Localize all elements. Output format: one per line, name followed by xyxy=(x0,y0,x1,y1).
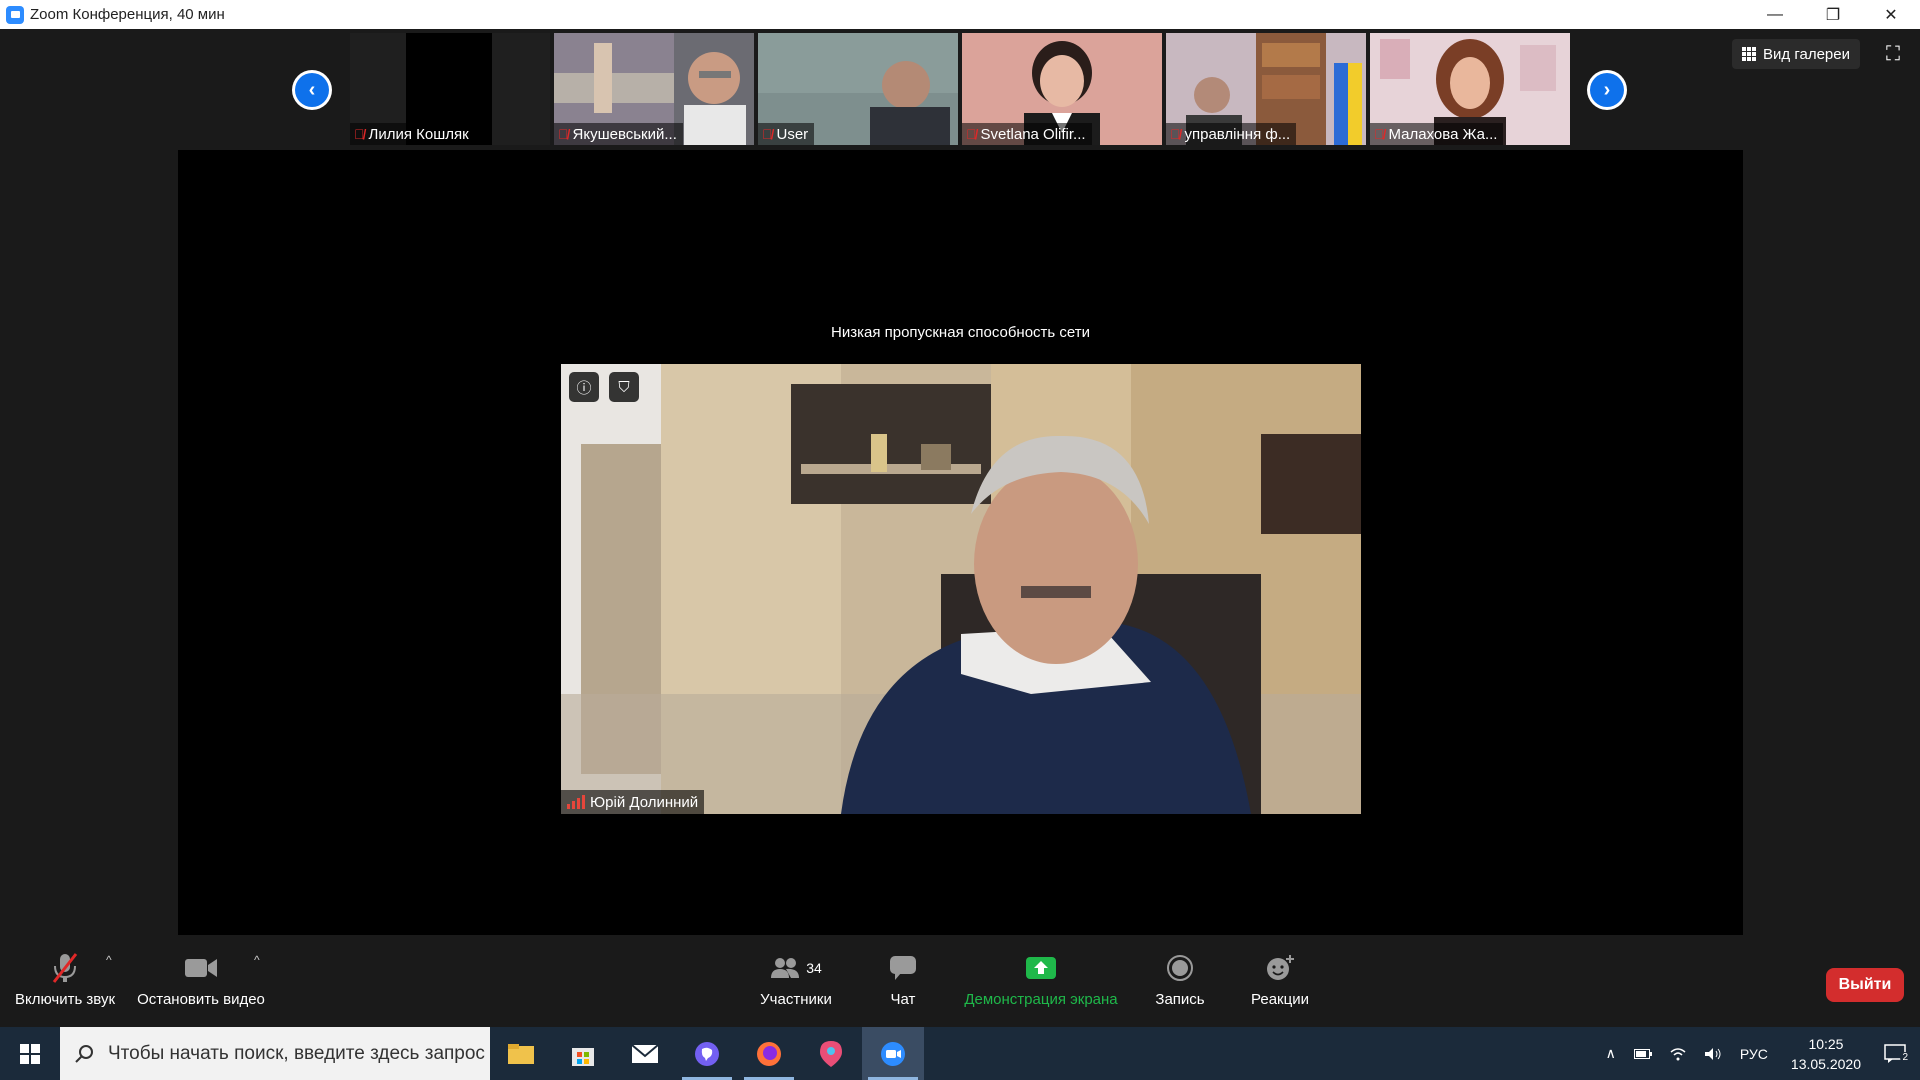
video-camera-icon xyxy=(184,947,218,989)
participants-label: Участники xyxy=(760,991,832,1008)
participant-tile[interactable]: 🎙̸ Svetlana Olifir... xyxy=(962,33,1162,145)
mic-muted-icon: 🎙̸ xyxy=(762,126,773,142)
notification-count: 2 xyxy=(1900,1051,1910,1063)
participant-tile[interactable]: 🎙̸ Лилия Кошляк xyxy=(350,33,550,145)
show-hidden-icons-chevron-icon[interactable]: ∧ xyxy=(1597,1045,1625,1062)
participant-tile[interactable]: 🎙̸ User xyxy=(758,33,958,145)
mic-muted-icon: 🎙̸ xyxy=(1170,126,1181,142)
chat-label: Чат xyxy=(890,991,916,1008)
store-taskbar-icon[interactable] xyxy=(552,1027,614,1080)
speaker-volume-icon[interactable] xyxy=(1695,1047,1731,1061)
title-bar: Zoom Конференция, 40 мин — ❐ ✕ xyxy=(0,0,1920,29)
participant-tile[interactable]: 🎙̸ Малахова Жа... xyxy=(1370,33,1570,145)
zoom-taskbar-icon[interactable] xyxy=(862,1027,924,1080)
zoom-app-icon xyxy=(6,5,24,24)
reactions-button[interactable]: Реакции xyxy=(1242,935,1318,1027)
mic-muted-icon: 🎙̸ xyxy=(558,126,569,142)
input-language[interactable]: РУС xyxy=(1731,1046,1777,1062)
gallery-view-button[interactable]: Вид галереи xyxy=(1732,39,1860,69)
chevron-right-icon: › xyxy=(1590,73,1624,107)
participant-tile[interactable]: 🎙̸ управління ф... xyxy=(1166,33,1366,145)
record-button[interactable]: Запись xyxy=(1148,935,1212,1027)
record-icon xyxy=(1166,947,1194,989)
minimize-button[interactable]: — xyxy=(1746,0,1804,29)
participant-name: Якушевський... xyxy=(572,125,677,143)
wifi-icon[interactable] xyxy=(1661,1047,1695,1061)
restore-button[interactable]: ❐ xyxy=(1804,0,1862,29)
unmute-label: Включить звук xyxy=(14,991,116,1008)
participant-tile[interactable]: 🎙̸ Якушевський... xyxy=(554,33,754,145)
gallery-view-label: Вид галереи xyxy=(1763,45,1850,63)
meeting-toolbar: Включить звук ^ Остановить видео ^ 34 Уч… xyxy=(0,935,1920,1027)
share-screen-icon xyxy=(1025,947,1057,989)
participants-count: 34 xyxy=(806,960,822,976)
speaker-video[interactable]: ⓘ ⛉ Юрій Долинний xyxy=(561,364,1361,814)
shield-icon[interactable]: ⛉ xyxy=(609,372,639,402)
taskbar-clock[interactable]: 10:25 13.05.2020 xyxy=(1777,1034,1875,1074)
leave-meeting-button[interactable]: Выйти xyxy=(1826,968,1904,1002)
participant-nametag: 🎙̸ Лилия Кошляк xyxy=(350,123,475,145)
clock-time: 10:25 xyxy=(1808,1035,1844,1052)
reactions-label: Реакции xyxy=(1251,991,1309,1008)
participant-name: управління ф... xyxy=(1184,125,1291,143)
search-placeholder: Чтобы начать поиск, введите здесь запрос xyxy=(108,1042,485,1064)
windows-logo-icon xyxy=(20,1043,40,1064)
share-screen-button[interactable]: Демонстрация экрана xyxy=(956,935,1126,1027)
viber-taskbar-icon[interactable] xyxy=(676,1027,738,1080)
meeting-area: ‹ 🎙̸ Лилия Кошляк 🎙̸ Якушевський... 🎙̸ U… xyxy=(0,29,1920,964)
signal-strength-icon xyxy=(567,795,585,809)
participant-name: Лилия Кошляк xyxy=(368,125,469,143)
fullscreen-icon[interactable]: ⛶ xyxy=(1882,43,1904,65)
participant-nametag: 🎙̸ Малахова Жа... xyxy=(1370,123,1504,145)
participants-icon xyxy=(771,958,800,978)
chat-bubble-icon xyxy=(889,947,917,989)
participant-nametag: 🎙̸ Svetlana Olifir... xyxy=(962,123,1092,145)
grid-icon xyxy=(1742,47,1757,61)
audio-options-caret-icon[interactable]: ^ xyxy=(106,953,112,967)
window-title: Zoom Конференция, 40 мин xyxy=(30,6,225,23)
participant-name: Svetlana Olifir... xyxy=(980,125,1086,143)
action-center-button[interactable]: 2 xyxy=(1875,1043,1920,1064)
next-page-button[interactable]: › xyxy=(1587,70,1627,110)
participant-strip: ‹ 🎙̸ Лилия Кошляк 🎙̸ Якушевський... 🎙̸ U… xyxy=(0,29,1920,149)
maps-taskbar-icon[interactable] xyxy=(800,1027,862,1080)
system-tray: ∧ РУС 10:25 13.05.2020 2 xyxy=(1597,1027,1920,1080)
unmute-button[interactable]: Включить звук xyxy=(10,935,120,1027)
search-icon xyxy=(75,1044,93,1063)
mail-taskbar-icon[interactable] xyxy=(614,1027,676,1080)
speaker-name: Юрій Долинний xyxy=(590,793,699,811)
mic-muted-icon: 🎙̸ xyxy=(1374,126,1385,142)
battery-icon[interactable] xyxy=(1625,1048,1661,1059)
participant-nametag: 🎙̸ Якушевський... xyxy=(554,123,683,145)
share-screen-label: Демонстрация экрана xyxy=(964,991,1118,1008)
stop-video-label: Остановить видео xyxy=(137,991,265,1008)
participant-nametag: 🎙̸ управління ф... xyxy=(1166,123,1297,145)
windows-taskbar: Чтобы начать поиск, введите здесь запрос… xyxy=(0,1027,1920,1080)
stop-video-button[interactable]: Остановить видео xyxy=(136,935,266,1027)
participant-name: Малахова Жа... xyxy=(1388,125,1498,143)
firefox-taskbar-icon[interactable] xyxy=(738,1027,800,1080)
participants-button[interactable]: 34 Участники xyxy=(744,935,848,1027)
speaker-video-frame xyxy=(561,364,1361,814)
taskbar-search-box[interactable]: Чтобы начать поиск, введите здесь запрос xyxy=(60,1027,490,1080)
bandwidth-warning: Низкая пропускная способность сети xyxy=(831,324,1090,341)
close-button[interactable]: ✕ xyxy=(1862,0,1920,29)
file-explorer-taskbar-icon[interactable] xyxy=(490,1027,552,1080)
active-speaker-stage: Низкая пропускная способность сети ⓘ ⛉ Ю… xyxy=(178,150,1743,964)
chevron-left-icon: ‹ xyxy=(295,73,329,107)
smiley-plus-icon xyxy=(1265,947,1295,989)
record-label: Запись xyxy=(1155,991,1205,1008)
info-icon[interactable]: ⓘ xyxy=(569,372,599,402)
start-button[interactable] xyxy=(0,1027,60,1080)
mic-muted-icon: 🎙̸ xyxy=(966,126,977,142)
participant-name: User xyxy=(776,125,809,143)
speaker-nametag: Юрій Долинний xyxy=(561,790,705,814)
chat-button[interactable]: Чат xyxy=(870,935,936,1027)
mic-muted-icon xyxy=(50,947,80,989)
mic-muted-icon: 🎙̸ xyxy=(354,126,365,142)
video-options-caret-icon[interactable]: ^ xyxy=(254,953,260,967)
participant-nametag: 🎙̸ User xyxy=(758,123,815,145)
previous-page-button[interactable]: ‹ xyxy=(292,70,332,110)
clock-date: 13.05.2020 xyxy=(1790,1055,1861,1072)
